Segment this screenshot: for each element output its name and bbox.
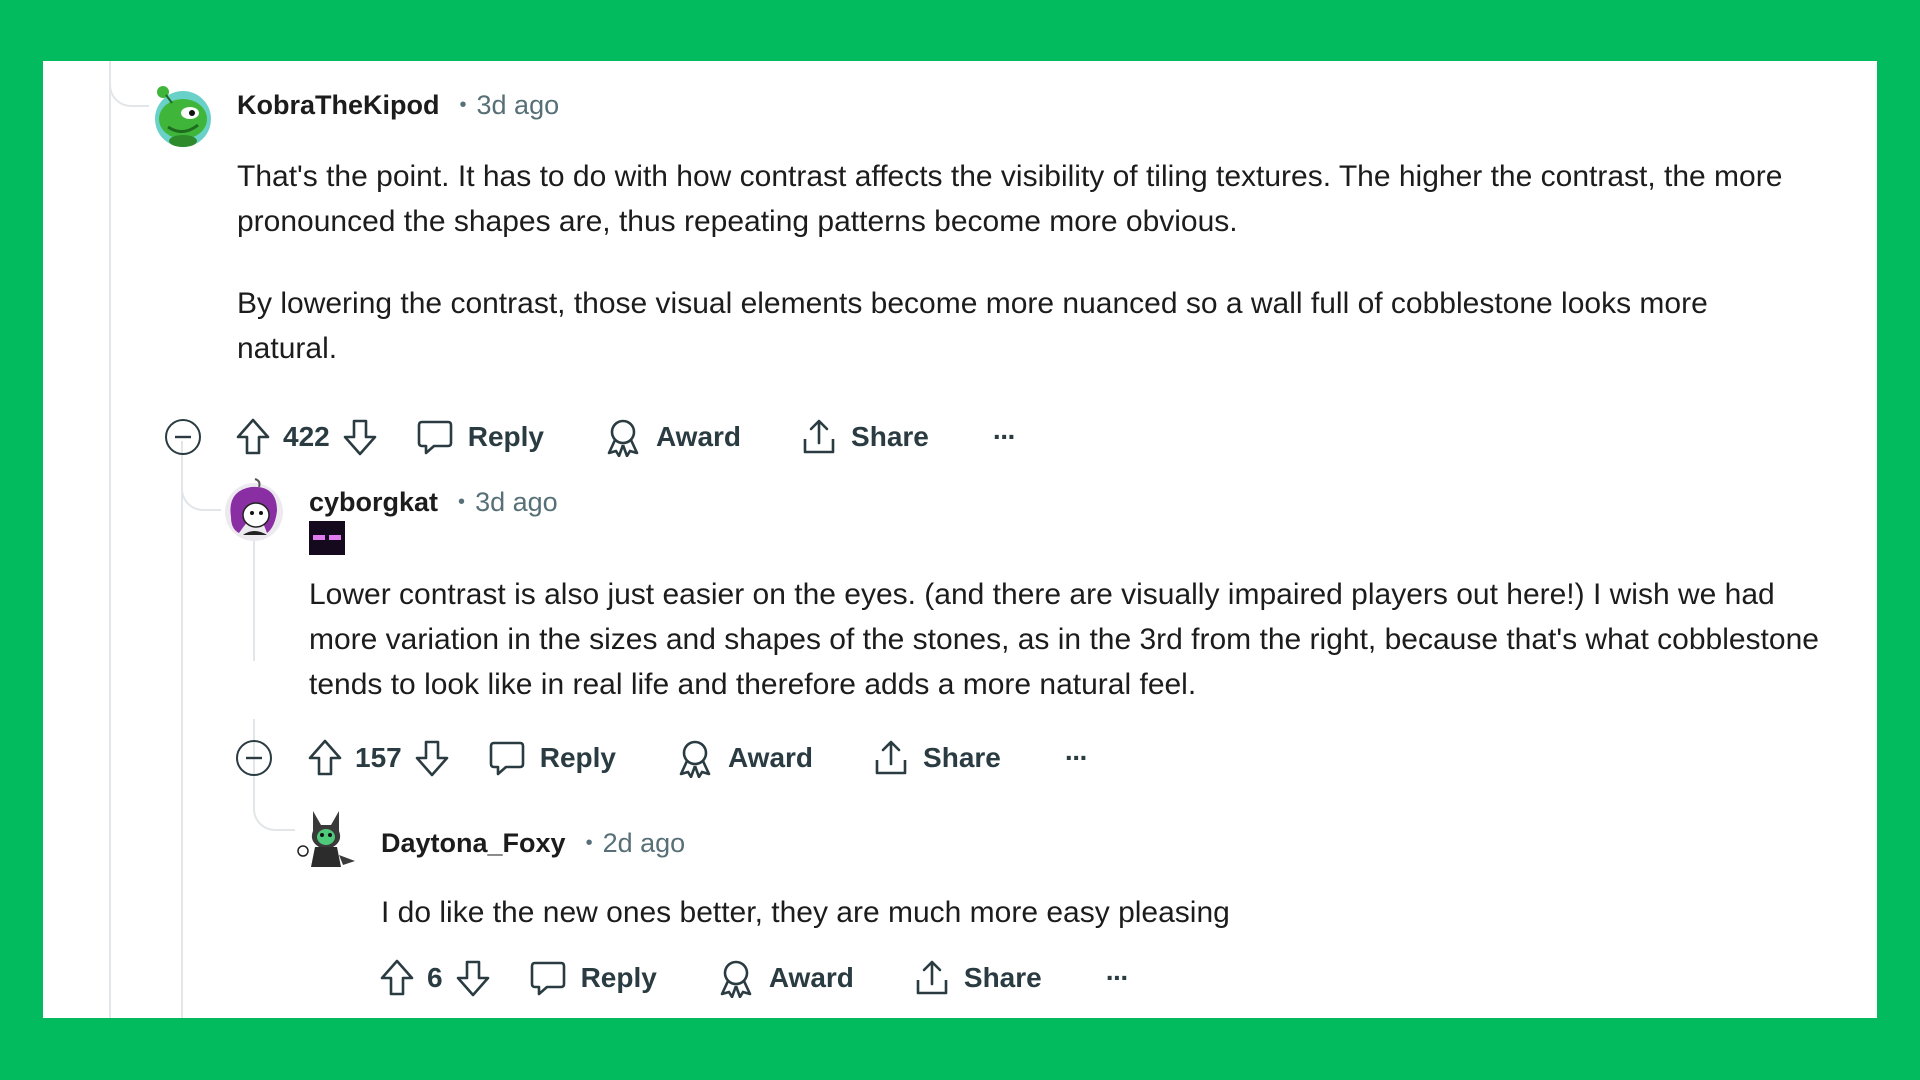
thread-line-cyborgkat[interactable]: [253, 541, 255, 661]
comment-body: Lower contrast is also just easier on th…: [309, 572, 1849, 707]
vote-score: 422: [283, 421, 330, 452]
collapse-button[interactable]: [164, 418, 202, 461]
collapse-button[interactable]: [235, 739, 273, 782]
award-label: Award: [655, 421, 742, 452]
reply-button[interactable]: Reply: [488, 739, 616, 777]
downvote-icon: [456, 960, 489, 997]
username[interactable]: KobraTheKipod: [237, 90, 440, 121]
reply-label: Reply: [580, 962, 657, 993]
snoo-avatar-icon: [225, 478, 283, 541]
comment-paragraph: Lower contrast is also just easier on th…: [309, 578, 1819, 701]
share-icon: [803, 419, 835, 454]
snoo-avatar-icon: [297, 811, 355, 867]
downvote-icon: [343, 419, 377, 456]
snoo-avatar-icon: [155, 86, 211, 147]
share-button[interactable]: Share: [873, 738, 1001, 778]
upvote-button[interactable]: [235, 417, 271, 457]
username[interactable]: cyborgkat: [309, 487, 438, 518]
comment-paragraph: By lowering the contrast, those visual e…: [237, 287, 1708, 365]
separator: •: [459, 93, 467, 116]
comment-thread-card: KobraTheKipod • 3d ago That's the point.…: [43, 61, 1877, 1018]
comment-body: That's the point. It has to do with how …: [237, 154, 1797, 371]
comment-paragraph: I do like the new ones better, they are …: [381, 896, 1230, 929]
award-icon: [720, 960, 752, 998]
award-button[interactable]: Award: [676, 738, 813, 778]
award-button[interactable]: Award: [717, 958, 854, 998]
upvote-icon: [380, 959, 414, 996]
reply-label: Reply: [467, 421, 544, 452]
downvote-button[interactable]: [342, 417, 378, 457]
reply-button[interactable]: Reply: [529, 959, 657, 997]
award-button[interactable]: Award: [604, 417, 741, 457]
downvote-button[interactable]: [455, 958, 491, 998]
award-label: Award: [727, 742, 814, 773]
upvote-button[interactable]: [307, 738, 343, 778]
avatar[interactable]: [221, 477, 287, 543]
timestamp[interactable]: 2d ago: [603, 828, 686, 859]
comment-paragraph: That's the point. It has to do with how …: [237, 160, 1783, 238]
award-label: Award: [768, 962, 854, 993]
downvote-icon: [415, 740, 449, 777]
award-icon: [607, 419, 639, 457]
reply-button[interactable]: Reply: [416, 418, 544, 456]
timestamp[interactable]: 3d ago: [477, 90, 560, 121]
upvote-icon: [308, 739, 342, 776]
collapse-icon: [165, 419, 201, 455]
comment-body: I do like the new ones better, they are …: [381, 890, 1841, 935]
more-options-button[interactable]: ···: [992, 421, 1017, 453]
comment-icon: [489, 741, 525, 776]
separator: •: [458, 490, 466, 513]
more-icon: ···: [1105, 962, 1130, 993]
avatar[interactable]: [293, 805, 359, 871]
comment-header: cyborgkat • 3d ago: [309, 482, 558, 522]
thread-connector: [109, 61, 149, 107]
collapse-icon: [236, 740, 272, 776]
parent-thread-line[interactable]: [109, 61, 111, 1018]
separator: •: [585, 831, 593, 854]
share-icon: [875, 740, 907, 775]
comment-actions: 422 Reply Award Share ···: [235, 415, 1017, 459]
vote-score: 6: [427, 962, 443, 993]
upvote-button[interactable]: [379, 958, 415, 998]
comment-header: KobraTheKipod • 3d ago: [237, 85, 559, 125]
more-icon: ···: [992, 421, 1017, 452]
thread-line-kobra[interactable]: [181, 441, 183, 1018]
comment-icon: [530, 961, 565, 996]
reply-label: Reply: [539, 742, 616, 773]
user-flair-icon: [309, 521, 345, 555]
comment-actions: 157 Reply Award Share ···: [307, 736, 1089, 780]
vote-score: 157: [355, 742, 402, 773]
comment-icon: [417, 420, 453, 455]
comment-actions: 6 Reply Award Share ···: [379, 956, 1130, 1000]
timestamp[interactable]: 3d ago: [475, 487, 558, 518]
more-options-button[interactable]: ···: [1064, 742, 1089, 774]
share-button[interactable]: Share: [801, 417, 929, 457]
share-button[interactable]: Share: [914, 958, 1042, 998]
upvote-icon: [236, 418, 270, 455]
more-options-button[interactable]: ···: [1105, 962, 1130, 994]
avatar[interactable]: [150, 83, 216, 149]
share-icon: [916, 960, 948, 995]
share-label: Share: [851, 421, 929, 452]
share-label: Share: [923, 742, 1001, 773]
more-icon: ···: [1064, 742, 1089, 773]
comment-header: Daytona_Foxy • 2d ago: [381, 823, 685, 863]
award-icon: [679, 740, 711, 778]
username[interactable]: Daytona_Foxy: [381, 828, 566, 859]
downvote-button[interactable]: [414, 738, 450, 778]
share-label: Share: [963, 962, 1042, 993]
